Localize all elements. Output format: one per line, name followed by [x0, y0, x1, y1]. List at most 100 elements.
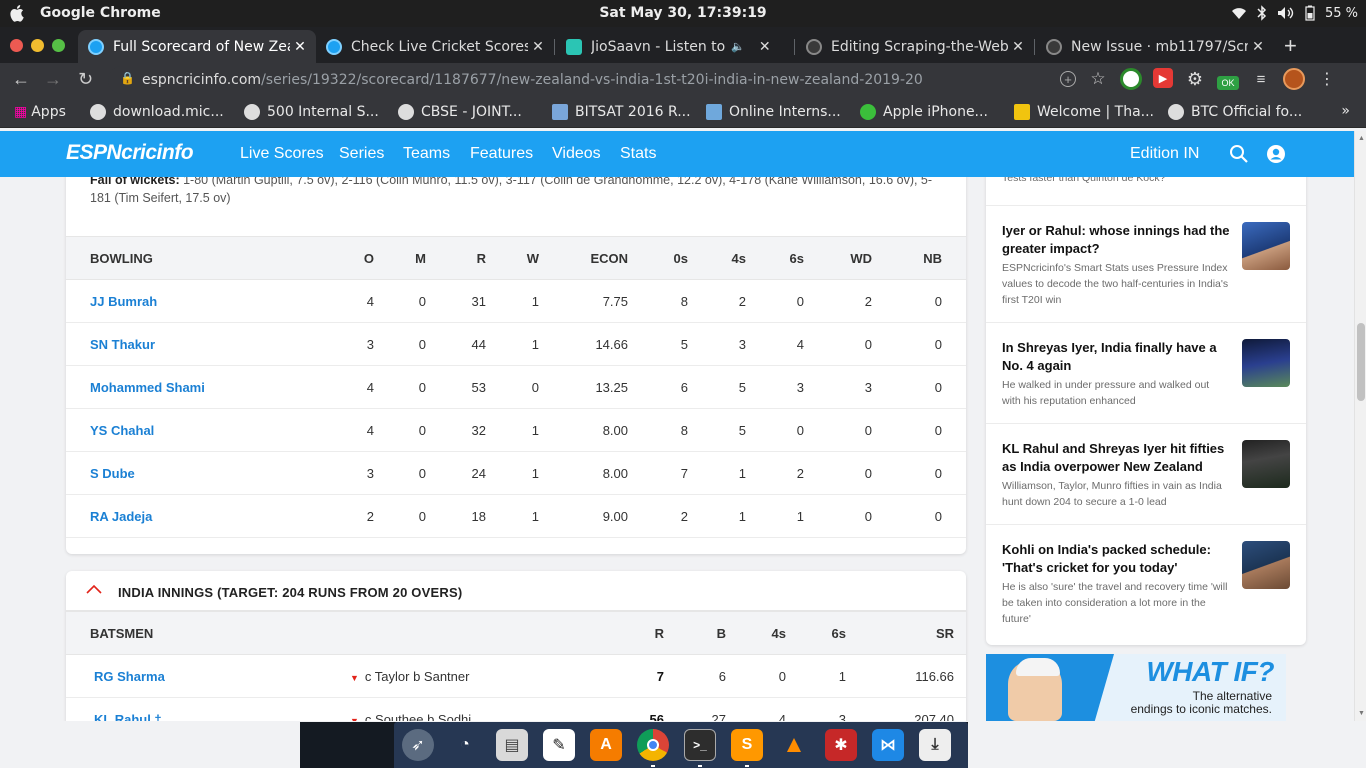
dismissal-info[interactable]: ▼ c Taylor b Santner	[350, 669, 469, 684]
maximize-window-button[interactable]	[52, 39, 65, 52]
gear-extension-icon[interactable]: ⚙	[1184, 68, 1206, 90]
bookmark-apps[interactable]: ▦ Apps	[14, 104, 66, 120]
bookmark-item[interactable]: download.mic...	[90, 104, 224, 120]
back-arrow-icon[interactable]: ←	[12, 69, 30, 90]
story-card[interactable]: Kohli on India's packed schedule: 'That'…	[986, 525, 1306, 644]
scroll-down-arrow-icon[interactable]: ▼	[1358, 710, 1365, 717]
close-tab-icon[interactable]: ✕	[1008, 39, 1028, 55]
batsman-name-link[interactable]: RG Sharma	[94, 669, 314, 684]
volume-icon[interactable]	[1277, 6, 1295, 20]
tab-espncricinfo-scorecard[interactable]: Full Scorecard of New Zea ✕	[78, 30, 316, 63]
story-headline[interactable]: Kohli on India's packed schedule: 'That'…	[1002, 541, 1230, 577]
bookmark-item[interactable]: Apple iPhone...	[860, 104, 988, 120]
vscode-icon[interactable]: ⋈	[872, 729, 904, 761]
tab-github-new-issue[interactable]: New Issue · mb11797/Scra ✕	[1036, 30, 1274, 63]
media-queue-icon[interactable]: ≡	[1250, 68, 1272, 90]
nav-live-scores[interactable]: Live Scores	[240, 145, 324, 163]
reload-icon[interactable]: ↻	[78, 69, 93, 90]
bookmark-item[interactable]: 500 Internal S...	[244, 104, 379, 120]
bowler-name-link[interactable]: JJ Bumrah	[90, 294, 290, 309]
story-thumbnail-image[interactable]	[1242, 541, 1290, 589]
software-store-icon[interactable]: A	[590, 729, 622, 761]
story-headline[interactable]: In Shreyas Iyer, India finally have a No…	[1002, 339, 1230, 375]
bookmark-item[interactable]: BITSAT 2016 R...	[552, 104, 691, 120]
scroll-up-arrow-icon[interactable]: ▲	[1358, 135, 1365, 142]
launcher-rocket-icon[interactable]: ➶	[402, 729, 434, 761]
bookmark-item[interactable]: BTC Official fo...	[1168, 104, 1302, 120]
files-manager-icon[interactable]: ▤	[496, 729, 528, 761]
text-editor-icon[interactable]: ✎	[543, 729, 575, 761]
battery-icon[interactable]	[1305, 5, 1315, 21]
edition-selector[interactable]: Edition IN	[1130, 145, 1199, 163]
partial-story-summary[interactable]: Tests faster than Quinton de Kock?	[986, 177, 1306, 206]
system-clock[interactable]: Sat May 30, 17:39:19	[0, 5, 1366, 21]
bowler-name-link[interactable]: SN Thakur	[90, 337, 290, 352]
close-window-button[interactable]	[10, 39, 23, 52]
user-account-icon[interactable]	[1266, 144, 1286, 164]
globe-extension-icon[interactable]	[1120, 68, 1142, 90]
bluetooth-icon[interactable]	[1257, 5, 1267, 21]
what-if-advertisement[interactable]: WHAT IF? The alternative endings to iconi…	[986, 654, 1286, 721]
url-text[interactable]: espncricinfo.com/series/19322/scorecard/…	[142, 72, 923, 88]
add-site-icon[interactable]: +	[1060, 71, 1076, 87]
minimize-window-button[interactable]	[31, 39, 44, 52]
caret-down-icon[interactable]: ▼	[350, 673, 359, 683]
tab-jiosaavn[interactable]: JioSaavn - Listen to Ne 🔈 ✕	[556, 30, 794, 63]
ok-extension-icon[interactable]: OK	[1217, 76, 1239, 90]
dismissal-info[interactable]: ▼ c Southee b Sodhi	[350, 712, 471, 721]
timeshift-icon[interactable]: ◔	[449, 729, 481, 761]
batsman-balls: 6	[718, 669, 726, 684]
close-tab-icon[interactable]: ✕	[290, 39, 310, 55]
close-tab-icon[interactable]: ✕	[755, 39, 775, 55]
video-extension-icon[interactable]: ▶	[1153, 68, 1173, 88]
bookmarks-overflow-button[interactable]: »	[1341, 103, 1350, 119]
batsman-name-link[interactable]: KL Rahul †	[94, 712, 314, 721]
bowler-name-link[interactable]: YS Chahal	[90, 423, 290, 438]
caret-down-icon[interactable]: ▼	[350, 716, 359, 721]
lock-icon[interactable]: 🔒	[120, 71, 135, 85]
story-card[interactable]: In Shreyas Iyer, India finally have a No…	[986, 323, 1306, 424]
search-icon[interactable]	[1229, 144, 1249, 164]
nav-series[interactable]: Series	[339, 145, 384, 163]
nav-stats[interactable]: Stats	[620, 145, 656, 163]
terminal-icon[interactable]: >_	[684, 729, 716, 761]
story-card[interactable]: Iyer or Rahul: whose innings had the gre…	[986, 206, 1306, 323]
speaker-playing-icon[interactable]: 🔈	[731, 40, 745, 53]
innings-header[interactable]: INDIA INNINGS (TARGET: 204 RUNS FROM 20 …	[66, 571, 966, 611]
nav-videos[interactable]: Videos	[552, 145, 601, 163]
nav-features[interactable]: Features	[470, 145, 533, 163]
sublime-text-icon[interactable]: S	[731, 729, 763, 761]
bookmark-item[interactable]: CBSE - JOINT...	[398, 104, 522, 120]
nav-teams[interactable]: Teams	[403, 145, 450, 163]
bowler-name-link[interactable]: Mohammed Shami	[90, 380, 290, 395]
tab-live-cricket-scores[interactable]: Check Live Cricket Scores, ✕	[316, 30, 554, 63]
close-tab-icon[interactable]: ✕	[528, 39, 548, 55]
bowler-name-link[interactable]: RA Jadeja	[90, 509, 290, 524]
profile-avatar[interactable]	[1283, 68, 1305, 90]
tab-github-editing[interactable]: Editing Scraping-the-Web ✕	[796, 30, 1034, 63]
story-thumbnail-image[interactable]	[1242, 440, 1290, 488]
forward-arrow-icon[interactable]: →	[44, 69, 62, 90]
wifi-icon[interactable]	[1231, 6, 1247, 20]
chevron-up-icon[interactable]	[86, 584, 102, 594]
downloads-tray-icon[interactable]: ⤓	[919, 729, 951, 761]
bookmark-star-icon[interactable]: ☆	[1087, 68, 1109, 90]
espncricinfo-logo[interactable]: ESPNcricinfo	[66, 141, 194, 165]
story-headline[interactable]: Iyer or Rahul: whose innings had the gre…	[1002, 222, 1230, 258]
bookmark-item[interactable]: Welcome | Tha...	[1014, 104, 1154, 120]
address-bar[interactable]: 🔒 espncricinfo.com/series/19322/scorecar…	[108, 66, 1118, 94]
close-tab-icon[interactable]: ✕	[1248, 39, 1268, 55]
chrome-menu-icon[interactable]: ⋮	[1316, 68, 1338, 90]
story-thumbnail-image[interactable]	[1242, 339, 1290, 387]
story-headline[interactable]: KL Rahul and Shreyas Iyer hit fifties as…	[1002, 440, 1230, 476]
bowler-name-link[interactable]: S Dube	[90, 466, 290, 481]
new-tab-button[interactable]: +	[1284, 33, 1297, 59]
settings-tools-icon[interactable]: ✱	[825, 729, 857, 761]
page-scrollbar[interactable]: ▲ ▼	[1354, 131, 1366, 721]
vlc-cone-icon[interactable]: ▲	[778, 729, 810, 761]
scrollbar-thumb[interactable]	[1357, 323, 1365, 401]
bookmark-item[interactable]: Online Interns...	[706, 104, 841, 120]
story-thumbnail-image[interactable]	[1242, 222, 1290, 270]
story-card[interactable]: KL Rahul and Shreyas Iyer hit fifties as…	[986, 424, 1306, 525]
chrome-browser-icon[interactable]	[637, 729, 669, 761]
